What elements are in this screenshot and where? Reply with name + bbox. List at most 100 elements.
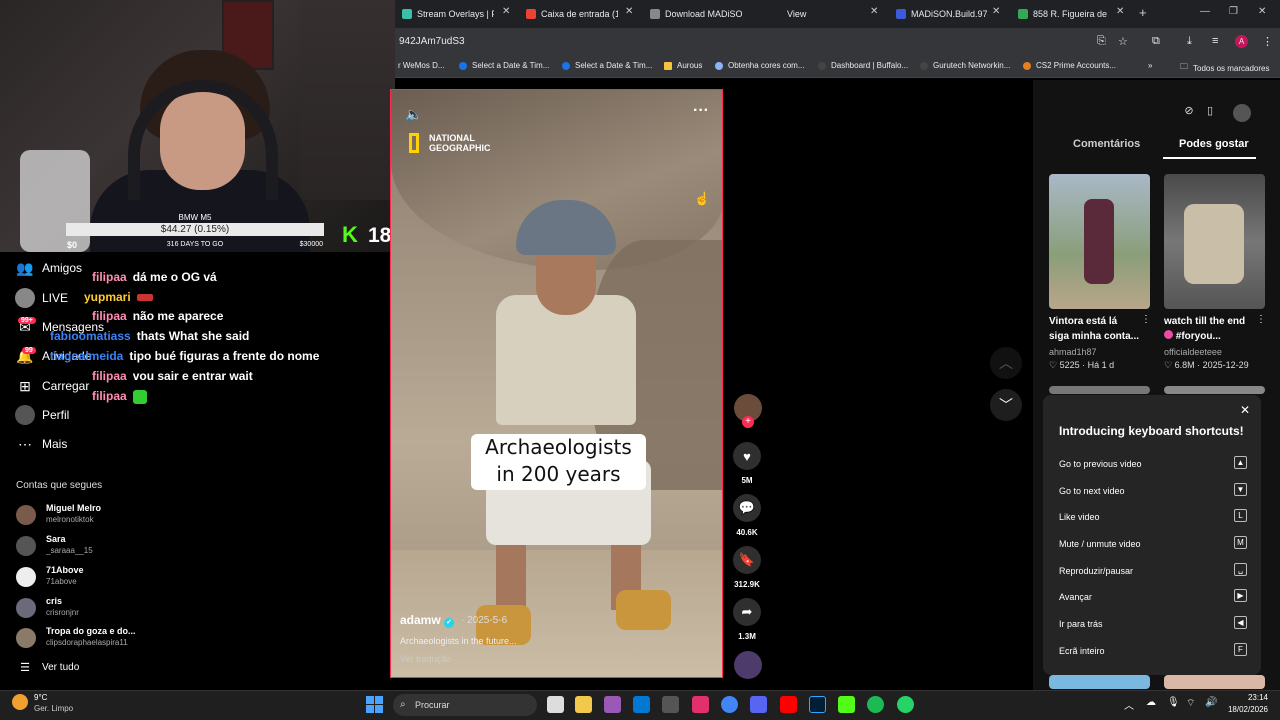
bookmark[interactable]: Obtenha cores com... xyxy=(715,61,804,70)
whatsapp-icon[interactable] xyxy=(897,696,914,713)
video-thumbnail[interactable] xyxy=(1049,675,1150,689)
tab-comments[interactable]: Comentários xyxy=(1073,138,1140,150)
tab-close-icon[interactable]: ✕ xyxy=(992,6,1000,17)
menu-kebab-icon[interactable]: ⋮ xyxy=(1262,35,1273,48)
bookmark-icon[interactable]: 🔖 xyxy=(733,546,761,574)
next-video-button[interactable]: ﹀ xyxy=(990,389,1022,421)
windows-start-icon[interactable] xyxy=(366,696,383,713)
video-thumbnail[interactable] xyxy=(1164,174,1265,309)
bookmark[interactable]: Select a Date & Tim... xyxy=(562,61,652,70)
next-video-avatar[interactable] xyxy=(734,651,762,679)
card-title[interactable]: watch till the end xyxy=(1164,314,1264,329)
photoshop-icon[interactable] xyxy=(809,696,826,713)
card-user[interactable]: ahmad1h87 xyxy=(1049,347,1097,357)
following-account[interactable]: cris crisronjnr xyxy=(16,596,166,620)
weather-temp[interactable]: 9°C xyxy=(34,693,47,702)
network-icon[interactable]: ☁ xyxy=(1146,697,1156,708)
chrome-icon[interactable] xyxy=(721,696,738,713)
video-thumbnail[interactable] xyxy=(1049,174,1150,309)
bookmark[interactable]: Select a Date & Tim... xyxy=(459,61,549,70)
card-subtitle[interactable]: #foryou... xyxy=(1164,329,1264,344)
previous-video-button[interactable]: ︿ xyxy=(990,347,1022,379)
comment-icon[interactable]: 💬 xyxy=(733,494,761,522)
user-avatar[interactable] xyxy=(1233,104,1251,122)
browser-tab[interactable]: MADiSON.Build.9788 xyxy=(896,4,988,24)
url-text[interactable]: 942JAm7udS3 xyxy=(399,36,465,47)
nav-more[interactable]: ⋯ Mais xyxy=(14,432,67,456)
card-more-icon[interactable]: ⋮ xyxy=(1256,314,1266,325)
wifi-icon[interactable]: ⌔ xyxy=(1186,697,1195,710)
phone-icon[interactable]: ▯ xyxy=(1201,104,1219,122)
clock-date[interactable]: 18/02/2026 xyxy=(1222,705,1268,714)
bookmark[interactable]: Gurutech Networkin... xyxy=(920,61,1010,70)
nav-live[interactable]: LIVE xyxy=(14,286,68,310)
tab-close-icon[interactable]: ✕ xyxy=(625,6,633,17)
install-app-icon[interactable]: ⎘ xyxy=(1097,35,1106,48)
see-all-link[interactable]: ☰ Ver tudo xyxy=(14,655,79,679)
browser-tab[interactable]: View xyxy=(787,4,847,24)
video-author[interactable]: adamw ✓ xyxy=(400,613,455,628)
youtube-icon[interactable] xyxy=(780,696,797,713)
file-explorer-icon[interactable] xyxy=(575,696,592,713)
tab-you-may-like[interactable]: Podes gostar xyxy=(1179,138,1249,150)
card-title[interactable]: Vintora está lá xyxy=(1049,314,1149,329)
following-account[interactable]: 71Above 71above xyxy=(16,565,166,589)
following-account[interactable]: Sara _saraaa__15 xyxy=(16,534,166,558)
weather-icon[interactable] xyxy=(12,694,28,710)
video-thumbnail[interactable] xyxy=(1164,386,1265,394)
kick-app-icon[interactable] xyxy=(838,696,855,713)
bookmark[interactable]: Aurous xyxy=(664,61,702,70)
save-action[interactable]: 🔖 312.9K xyxy=(733,546,761,589)
bookmark[interactable]: CS2 Prime Accounts... xyxy=(1023,61,1116,70)
video-thumbnail[interactable] xyxy=(1164,675,1265,689)
close-window-icon[interactable]: ✕ xyxy=(1258,6,1266,17)
copilot-icon[interactable] xyxy=(604,696,621,713)
discord-icon[interactable] xyxy=(750,696,767,713)
see-translation-link[interactable]: Ver tradução xyxy=(400,654,451,664)
follow-plus-icon[interactable]: + xyxy=(742,416,754,428)
nav-upload[interactable]: ⊞ Carregar xyxy=(14,374,89,398)
card-user[interactable]: officialdeeteee xyxy=(1164,347,1222,357)
card-more-icon[interactable]: ⋮ xyxy=(1141,314,1151,325)
more-options-icon[interactable]: ··· xyxy=(693,102,709,120)
media-icon[interactable]: ≡ xyxy=(1212,35,1218,47)
bookmark[interactable]: Dashboard | Buffalo... xyxy=(818,61,908,70)
browser-tab[interactable]: Caixa de entrada (1 3 xyxy=(526,4,618,24)
following-account[interactable]: Miguel Melro melronotiktok xyxy=(16,503,166,527)
tab-close-icon[interactable]: ✕ xyxy=(870,6,878,17)
all-bookmarks[interactable]: 🗀 Todos os marcadores xyxy=(1180,61,1269,75)
star-icon[interactable]: ☆ xyxy=(1118,35,1128,48)
volume-icon[interactable]: 🔈 xyxy=(405,106,422,123)
download-icon[interactable]: ⤓ xyxy=(1187,35,1192,48)
card-subtitle[interactable]: siga minha conta... xyxy=(1049,329,1149,344)
store-icon[interactable] xyxy=(662,696,679,713)
volume-icon[interactable]: 🔊 xyxy=(1205,697,1217,708)
browser-tab[interactable]: Stream Overlays | Fre xyxy=(402,4,494,24)
maximize-icon[interactable]: ❐ xyxy=(1229,6,1238,17)
taskbar-search[interactable]: ⌕ Procurar xyxy=(393,694,537,716)
tab-close-icon[interactable]: ✕ xyxy=(1116,6,1124,17)
weather-desc[interactable]: Ger. Limpo xyxy=(34,704,73,713)
browser-tab[interactable]: Download MADiSON xyxy=(650,4,742,24)
compass-icon[interactable]: ⊘ xyxy=(1180,104,1198,122)
address-bar[interactable] xyxy=(395,28,1280,56)
nav-profile[interactable]: Perfil xyxy=(14,403,69,427)
mic-icon[interactable]: 🎙 xyxy=(1167,697,1180,708)
like-action[interactable]: ♥ 5M xyxy=(733,442,761,485)
outlook-icon[interactable] xyxy=(633,696,650,713)
browser-tab[interactable]: 858 R. Figueira de M xyxy=(1018,4,1108,24)
close-icon[interactable]: ✕ xyxy=(1240,403,1250,417)
task-view-icon[interactable] xyxy=(547,696,564,713)
video-thumbnail[interactable] xyxy=(1049,386,1150,394)
tray-overflow-icon[interactable]: ︿ xyxy=(1124,697,1134,712)
clock-time[interactable]: 23:14 xyxy=(1232,693,1268,702)
bookmarks-overflow-icon[interactable]: » xyxy=(1148,61,1152,70)
heart-icon[interactable]: ♥ xyxy=(733,442,761,470)
video-player[interactable]: 🔈 ··· NATIONAL GEOGRAPHIC Archaeologists… xyxy=(390,89,723,678)
spotify-icon[interactable] xyxy=(867,696,884,713)
following-account[interactable]: Tropa do goza e do... clipsdoraphaelaspi… xyxy=(16,626,166,650)
comment-action[interactable]: 💬 40.6K xyxy=(733,494,761,537)
instagram-icon[interactable] xyxy=(692,696,709,713)
share-action[interactable]: ➦ 1.3M xyxy=(733,598,761,641)
new-tab-icon[interactable]: + xyxy=(1139,5,1147,20)
